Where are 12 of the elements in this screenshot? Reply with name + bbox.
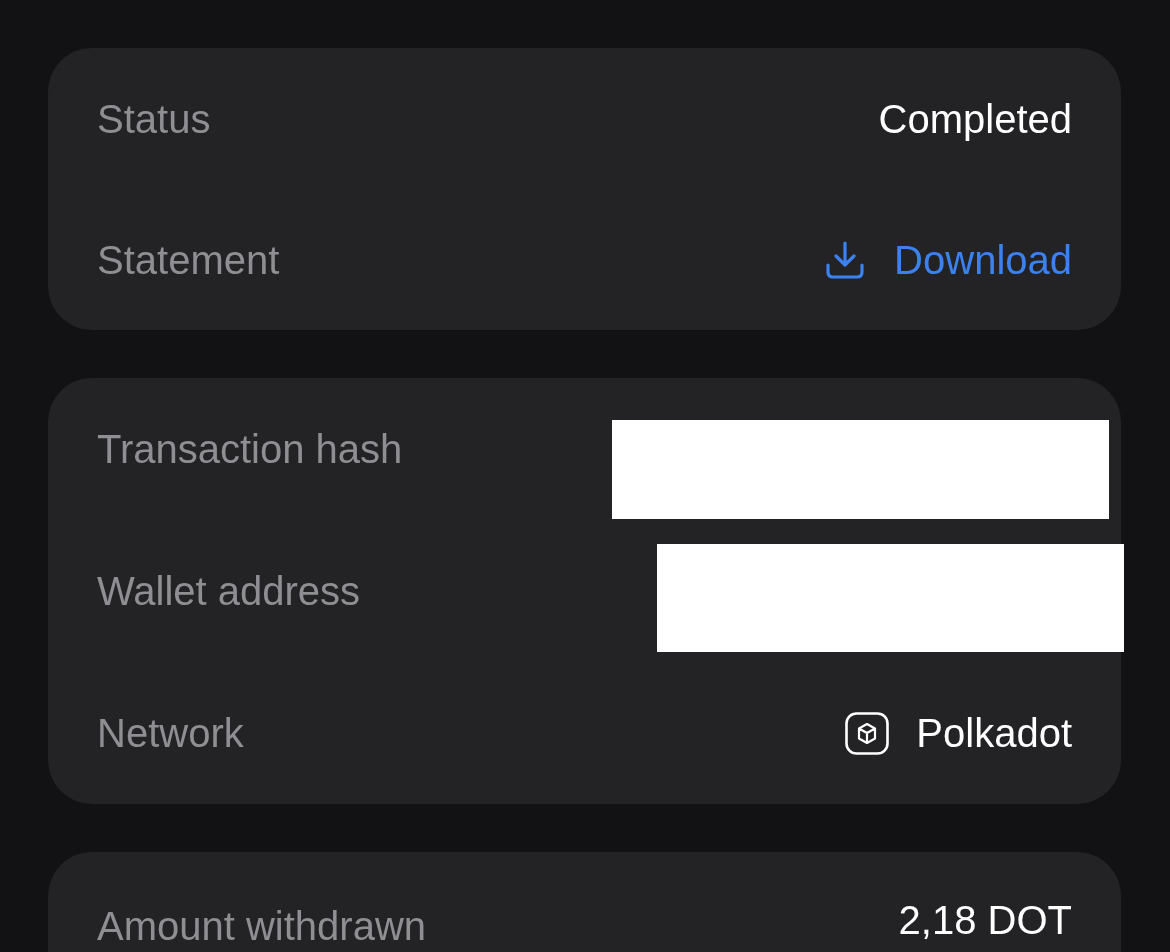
- row-label: Status: [97, 95, 211, 143]
- download-icon: [826, 240, 865, 279]
- network-value: Polkadot: [916, 710, 1072, 757]
- row-label: Network: [97, 710, 244, 757]
- row-label: Wallet address: [97, 568, 361, 615]
- row-value: Completed: [878, 95, 1072, 143]
- row-label: Transaction hash: [97, 426, 403, 473]
- cube-icon: [845, 711, 890, 755]
- row-value: 2,18 DOT: [898, 897, 1072, 944]
- download-link[interactable]: Download: [826, 235, 1072, 284]
- row-label: Statement: [97, 236, 280, 284]
- row-label: Amount withdrawn: [97, 903, 427, 950]
